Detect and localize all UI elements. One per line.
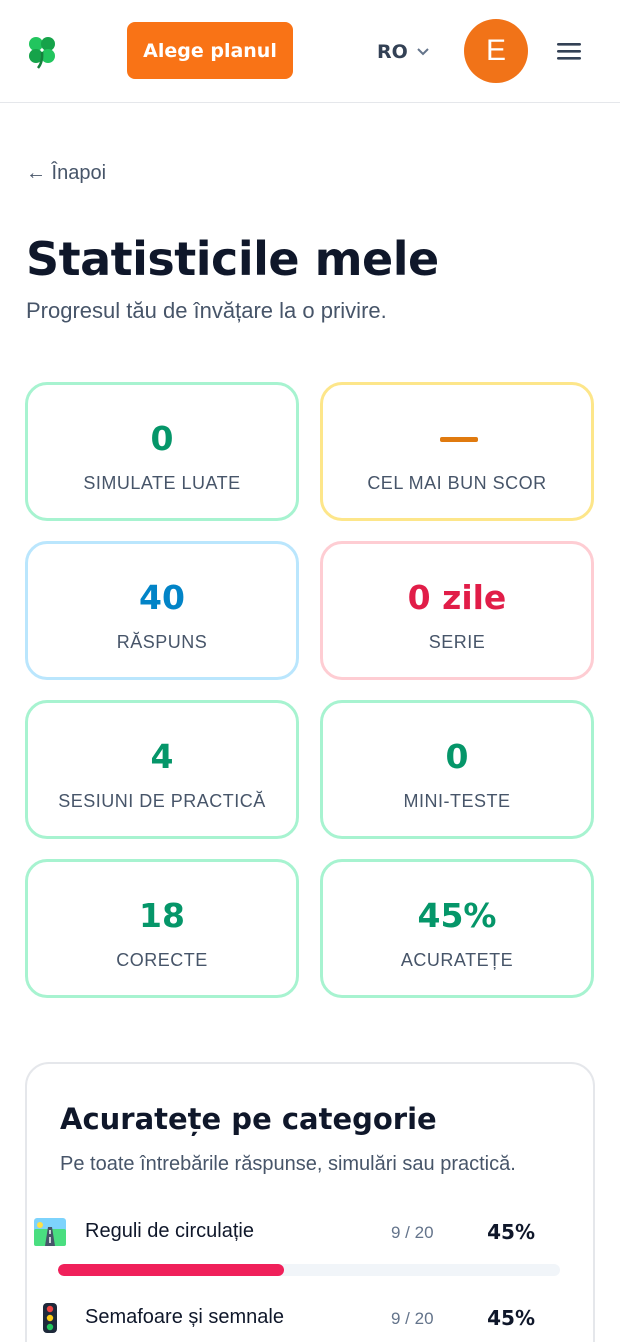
stat-value: 45% (417, 896, 497, 935)
stat-label: SERIE (428, 632, 486, 652)
page-subtitle: Progresul tău de învățare la o privire. (26, 298, 387, 323)
road-icon (34, 1218, 66, 1246)
category-progress-bar (58, 1264, 560, 1276)
category-name: Reguli de circulație (85, 1220, 254, 1242)
panel-title: Acuratețe pe categorie (60, 1102, 437, 1136)
choose-plan-button[interactable]: Alege planul (127, 22, 293, 79)
stat-label: RĂSPUNS (116, 632, 208, 652)
category-row-traffic-lights[interactable]: Semafoare și semnale 9 / 20 45% (33, 1303, 535, 1333)
stat-card-correct: 18 CORECTE (25, 859, 299, 998)
stat-card-practice-sessions: 4 SESIUNI DE PRACTICĂ (25, 700, 299, 839)
language-selector[interactable]: RO (377, 38, 430, 66)
stat-value: 0 (150, 419, 174, 458)
stat-value: 4 (150, 737, 174, 776)
stat-label: ACURATEȚE (400, 950, 514, 970)
category-progress-fill (58, 1264, 284, 1276)
category-count: 9 / 20 (391, 1309, 434, 1328)
stat-card-best-score: CEL MAI BUN SCOR (320, 382, 594, 521)
category-percent: 45% (487, 1306, 535, 1330)
category-accuracy-panel: Acuratețe pe categorie Pe toate întrebăr… (25, 1062, 595, 1342)
stat-value: 18 (139, 896, 185, 935)
four-leaf-clover-icon[interactable] (26, 34, 58, 70)
stat-label: CORECTE (116, 950, 208, 970)
stat-value: 40 (139, 578, 185, 617)
stat-card-simulations: 0 SIMULATE LUATE (25, 382, 299, 521)
stat-value: 0 zile (407, 578, 507, 617)
stat-label: CEL MAI BUN SCOR (367, 473, 547, 493)
traffic-light-icon (43, 1303, 57, 1333)
chevron-down-icon (417, 48, 429, 56)
stat-label: SESIUNI DE PRACTICĂ (58, 791, 266, 811)
category-name: Semafoare și semnale (85, 1306, 284, 1328)
stat-value: 0 (445, 737, 469, 776)
stat-card-answered: 40 RĂSPUNS (25, 541, 299, 680)
panel-subtitle: Pe toate întrebările răspunse, simulări … (60, 1153, 516, 1175)
category-row-traffic-rules[interactable]: Reguli de circulație 9 / 20 45% (33, 1217, 535, 1247)
top-header: Alege planul RO E (0, 0, 620, 103)
avatar[interactable]: E (464, 19, 528, 83)
back-link[interactable]: ← Înapoi (26, 162, 106, 185)
language-label: RO (377, 41, 408, 63)
empty-value-dash (440, 437, 478, 442)
stat-label: SIMULATE LUATE (83, 473, 241, 493)
hamburger-menu-icon[interactable] (555, 40, 583, 62)
stat-card-streak: 0 zile SERIE (320, 541, 594, 680)
stat-label: MINI-TESTE (403, 791, 511, 811)
stat-card-mini-tests: 0 MINI-TESTE (320, 700, 594, 839)
category-percent: 45% (487, 1220, 535, 1244)
category-count: 9 / 20 (391, 1223, 434, 1242)
page-title: Statisticile mele (26, 232, 439, 286)
stat-card-accuracy: 45% ACURATEȚE (320, 859, 594, 998)
